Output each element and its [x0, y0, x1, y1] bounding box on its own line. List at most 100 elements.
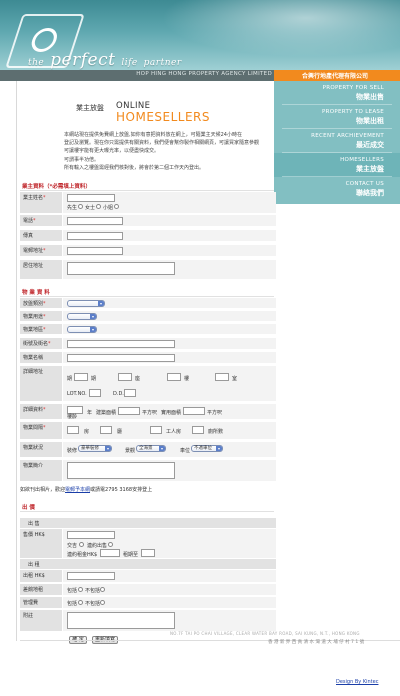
divider [20, 296, 274, 297]
decoration-select[interactable]: 豪華裝修 [78, 445, 112, 452]
rent-input[interactable] [67, 572, 115, 580]
parking-select[interactable]: 不適車位 [191, 445, 223, 452]
price-section-title: 出 價 [22, 505, 35, 511]
estate-input[interactable] [67, 354, 175, 362]
phase-input[interactable] [74, 373, 88, 381]
mgmt-excluded-label: 不包括 [85, 601, 101, 607]
street-label: 街號及街名* [20, 338, 62, 349]
row-use: 物業用途* [20, 311, 276, 322]
view-label: 景觀 [125, 448, 136, 454]
age-label: 樓齡 [67, 414, 78, 420]
rooms-label: 房 [84, 429, 90, 435]
title-ms-radio[interactable] [96, 204, 101, 209]
dd-input[interactable] [124, 389, 136, 397]
row-sale: 售價 HK$ 交吉 連約出售 連約租金HK$ 租期至 [20, 529, 276, 559]
address-input[interactable] [67, 262, 175, 275]
rates-excluded-radio[interactable] [100, 587, 105, 592]
email-field[interactable] [67, 247, 123, 255]
footer-address-zh: 香 港 新 界 西 貢 清 水 灣 道 大 埔 仔 村 7 1 號 [268, 640, 365, 645]
fax-label: 傳真 [20, 230, 62, 241]
fax-input[interactable] [67, 232, 123, 240]
row-phone: 電話* [20, 215, 276, 227]
row-street: 街號及街名* [20, 338, 276, 350]
intro-textarea[interactable] [67, 462, 175, 479]
floor-input[interactable] [167, 373, 181, 381]
lease-rent-label: 連約租金HK$ [67, 552, 98, 558]
title-miss-radio[interactable] [114, 204, 119, 209]
lot-no-input[interactable] [89, 389, 101, 397]
logo-text: the perfect life partner [28, 50, 182, 70]
toilets-input[interactable] [192, 426, 204, 434]
layout-label: 物業間隔* [20, 422, 62, 439]
title-mr-radio[interactable] [78, 204, 83, 209]
rooms-input[interactable] [67, 426, 79, 434]
rates-label: 差餉地租 [20, 584, 62, 595]
lease-expiry-input[interactable] [141, 549, 155, 557]
title-miss-label: 小姐 [103, 205, 114, 211]
divider [20, 190, 274, 191]
remarks-label: 附註 [20, 610, 62, 631]
unit-phase-label: 期 [67, 376, 73, 382]
workers-room-input[interactable] [150, 426, 162, 434]
net-area-input[interactable] [183, 407, 205, 415]
rates-included-label: 包括 [67, 588, 78, 594]
vacant-radio[interactable] [79, 542, 84, 547]
halls-label: 廳 [117, 429, 123, 435]
use-select[interactable] [67, 313, 97, 320]
remarks-textarea[interactable] [67, 612, 175, 629]
sale-price-input[interactable] [67, 531, 115, 539]
divider [20, 511, 274, 512]
unit-phase-suffix: 期 [91, 376, 97, 382]
detail-address-label: 詳細地址 [20, 366, 62, 401]
row-email: 電郵地址* [20, 245, 276, 257]
district-select[interactable] [67, 326, 97, 333]
owner-name-label: 業主姓名* [20, 192, 62, 213]
halls-input[interactable] [100, 426, 112, 434]
intro-label: 物業簡介 [20, 460, 62, 481]
phone-input[interactable] [67, 217, 123, 225]
view-select[interactable]: 全海景 [136, 445, 166, 452]
decoration-label: 裝修 [67, 448, 78, 454]
street-input[interactable] [67, 340, 175, 348]
agency-name-zh: 合興行地產代理有限公司 [301, 73, 368, 80]
room-input[interactable] [215, 373, 229, 381]
sale-subheader: 出 售 [20, 518, 276, 528]
row-rates: 差餉地租 包括 不包括 [20, 584, 276, 596]
sidebar-item-homesellers[interactable]: HOMESELLERS 業主放盤 [274, 153, 400, 177]
unit-room-label: 室 [232, 376, 238, 382]
mgmt-label: 管理費 [20, 597, 62, 608]
row-remarks: 附註 [20, 610, 276, 632]
row-info: 詳細資料* 樓齡 年 建築面積 平方呎 實用面積 平方呎 [20, 404, 276, 420]
sidebar-item-contact[interactable]: CONTACT US 聯絡我們 [274, 177, 400, 201]
leased-radio[interactable] [108, 542, 113, 547]
sqft-label-2: 平方呎 [207, 410, 223, 416]
sidebar-item-for-sell[interactable]: PROPERTY FOR SELL 物業出售 [274, 81, 400, 105]
sidebar-item-to-lease[interactable]: PROPERTY TO LEASE 物業出租 [274, 105, 400, 129]
owner-name-input[interactable] [67, 194, 115, 202]
gross-area-input[interactable] [118, 407, 140, 415]
type-label: 放盤類別* [20, 298, 62, 308]
workers-room-label: 工人房 [166, 429, 182, 435]
sqft-label: 平方呎 [142, 410, 158, 416]
sidebar-item-recent[interactable]: RECENT ARCHIEVEMENT 最近成交 [274, 129, 400, 153]
row-mgmt: 管理費 包括 不包括 [20, 597, 276, 609]
type-select[interactable] [67, 300, 105, 307]
mgmt-excluded-radio[interactable] [100, 600, 105, 605]
rates-included-radio[interactable] [78, 587, 83, 592]
toilets-label: 廁所數 [208, 429, 224, 435]
design-credit-link[interactable]: Design By Kintec [336, 679, 378, 685]
owner-section-title: 業主資料（*必需填上資料） [22, 184, 91, 190]
row-rent: 出租 HK$ [20, 570, 276, 583]
lease-rent-input[interactable] [100, 549, 120, 557]
rent-label: 出租 HK$ [20, 570, 62, 582]
row-condition: 物業狀況 裝修 豪華裝修 景觀 全海景 車位 不適車位 [20, 442, 276, 458]
estate-label: 物業名稱 [20, 352, 62, 363]
row-fax: 傳真 [20, 230, 276, 242]
mgmt-included-radio[interactable] [78, 600, 83, 605]
title-mr-label: 先生 [67, 205, 78, 211]
sidebar-nav: PROPERTY FOR SELL 物業出售 PROPERTY TO LEASE 物… [274, 81, 400, 204]
email-us-link[interactable]: 電郵予本網 [65, 487, 90, 493]
row-owner-name: 業主姓名* 先生 女士 小姐 [20, 192, 276, 214]
block-input[interactable] [118, 373, 132, 381]
photo-note: 如欲刊出相片，歡迎電郵予本網或請電2795 3168安排登上 [20, 487, 153, 493]
